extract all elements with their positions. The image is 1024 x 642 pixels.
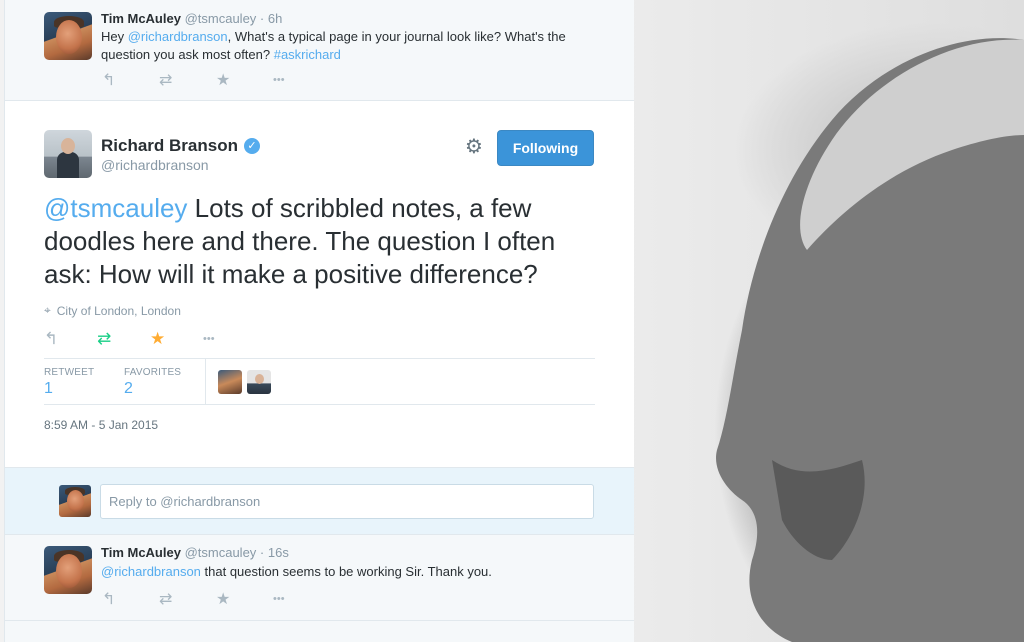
- favorites-label: FAVORITES: [124, 367, 182, 378]
- author-name-row: Richard Branson ✓: [101, 136, 260, 156]
- hashtag-link[interactable]: #askrichard: [274, 47, 341, 62]
- reply-placeholder: Reply to @richardbranson: [109, 494, 261, 509]
- author-handle[interactable]: @tsmcauley: [185, 545, 257, 560]
- avatar[interactable]: [247, 370, 271, 394]
- avatar[interactable]: [44, 130, 92, 178]
- tweet-column: Tim McAuley @tsmcauley · 6h Hey @richard…: [4, 0, 634, 642]
- avatar[interactable]: [44, 546, 92, 594]
- tweet-parent[interactable]: Tim McAuley @tsmcauley · 6h Hey @richard…: [5, 0, 634, 101]
- mention-link[interactable]: @richardbranson: [101, 564, 201, 579]
- verified-icon: ✓: [243, 138, 260, 154]
- favorites-stat[interactable]: FAVORITES 2: [124, 367, 181, 398]
- avatar[interactable]: [44, 12, 92, 60]
- tweet-stats: RETWEET 1 FAVORITES 2: [44, 358, 595, 405]
- tweet-text: @richardbranson that question seems to b…: [101, 563, 601, 581]
- location-pin-icon: ⌖: [44, 303, 51, 317]
- author-name[interactable]: Richard Branson: [101, 136, 238, 156]
- more-icon[interactable]: •••: [273, 593, 330, 605]
- tweet-location[interactable]: ⌖ City of London, London: [44, 303, 181, 318]
- tweet-time[interactable]: · 6h: [260, 11, 282, 26]
- location-text[interactable]: City of London, London: [57, 304, 181, 318]
- tweet-main: Richard Branson ✓ @richardbranson ⚙ Foll…: [5, 101, 634, 467]
- favoriter-avatars: [218, 370, 271, 394]
- tweet-time[interactable]: · 16s: [260, 545, 289, 560]
- tweet-reply[interactable]: Tim McAuley @tsmcauley · 16s @richardbra…: [5, 535, 634, 621]
- more-icon[interactable]: •••: [273, 74, 330, 86]
- retweet-stat[interactable]: RETWEET 1: [44, 367, 94, 398]
- gear-icon[interactable]: ⚙: [465, 134, 483, 159]
- retweet-label: RETWEET: [44, 367, 95, 378]
- bottom-strip: [5, 621, 634, 642]
- reply-area: Reply to @richardbranson: [5, 467, 634, 535]
- retweet-count[interactable]: 1: [44, 380, 94, 398]
- reply-icon[interactable]: ↰: [102, 589, 159, 609]
- tweet-timestamp: 8:59 AM - 5 Jan 2015: [44, 418, 159, 432]
- avatar: [59, 485, 91, 517]
- tweet-text: Hey @richardbranson, What's a typical pa…: [101, 28, 601, 64]
- reply-icon[interactable]: ↰: [102, 70, 159, 90]
- favorites-count[interactable]: 2: [124, 380, 181, 398]
- author-handle[interactable]: @tsmcauley: [185, 11, 257, 26]
- tweet-header: Tim McAuley @tsmcauley · 6h: [101, 10, 282, 27]
- retweet-icon[interactable]: ⇄: [159, 589, 216, 609]
- favorite-icon[interactable]: ★: [216, 70, 273, 90]
- tweet-actions: ↰ ⇄ ★ •••: [44, 329, 256, 349]
- author-name[interactable]: Tim McAuley: [101, 545, 181, 560]
- retweet-icon[interactable]: ⇄: [159, 70, 216, 90]
- reply-input[interactable]: Reply to @richardbranson: [100, 484, 594, 519]
- favorite-icon[interactable]: ★: [150, 329, 203, 349]
- tweet-text-prefix: Hey: [101, 29, 128, 44]
- mention-link[interactable]: @richardbranson: [128, 29, 228, 44]
- tweet-text: @tsmcauley Lots of scribbled notes, a fe…: [44, 192, 604, 291]
- tweet-text-body: that question seems to be working Sir. T…: [200, 564, 492, 579]
- retweet-icon[interactable]: ⇄: [97, 329, 150, 349]
- mention-link[interactable]: @tsmcauley: [44, 193, 187, 223]
- author-name[interactable]: Tim McAuley: [101, 11, 181, 26]
- reply-icon[interactable]: ↰: [44, 329, 97, 349]
- portrait-silhouette: [716, 38, 1024, 642]
- tweet-actions: ↰ ⇄ ★ •••: [102, 589, 330, 609]
- following-button[interactable]: Following: [497, 130, 594, 166]
- tweet-header: Tim McAuley @tsmcauley · 16s: [101, 544, 289, 561]
- more-icon[interactable]: •••: [203, 333, 256, 345]
- author-handle[interactable]: @richardbranson: [101, 157, 209, 173]
- divider: [205, 359, 206, 405]
- tweet-actions: ↰ ⇄ ★ •••: [102, 70, 330, 90]
- favorite-icon[interactable]: ★: [216, 589, 273, 609]
- avatar[interactable]: [218, 370, 242, 394]
